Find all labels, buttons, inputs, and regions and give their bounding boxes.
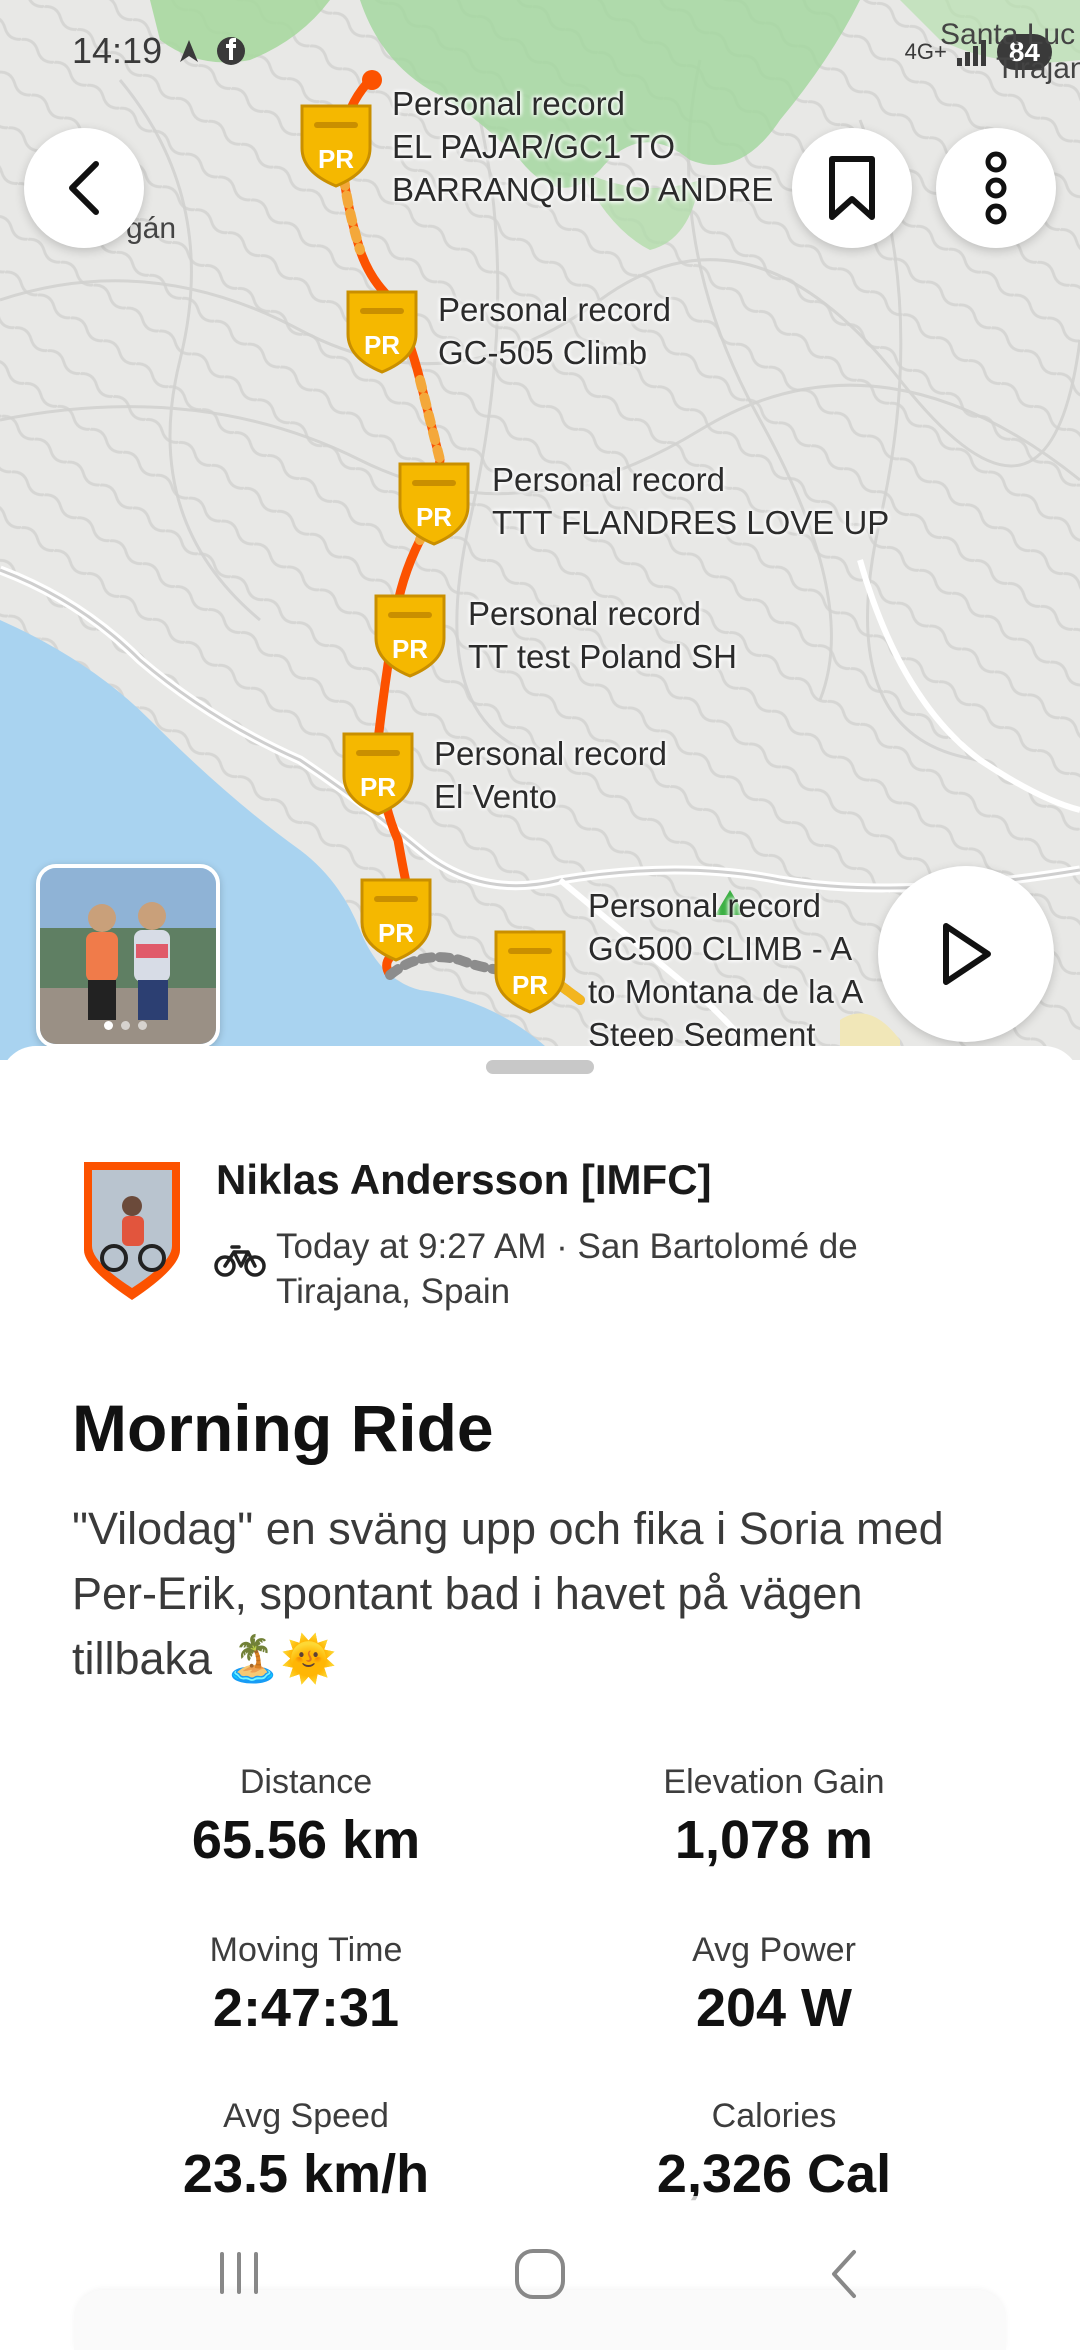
stat-label: Calories (711, 2097, 837, 2135)
pr-badge-icon: PR (374, 594, 446, 678)
back-icon (69, 161, 99, 215)
pr-segment-name: TTT FLANDRES LOVE UP (492, 504, 890, 541)
svg-text:PR: PR (416, 502, 452, 532)
stat-label: Moving Time (209, 1931, 403, 1969)
pr-badge-icon: PR (346, 290, 418, 374)
bookmark-icon (829, 156, 875, 220)
system-back-icon[interactable] (820, 2244, 868, 2304)
place-name-santa-lucia: Santa Luc (940, 18, 1076, 51)
pr-title: Personal record (588, 887, 821, 924)
pr-segment-name: El Vento (434, 778, 557, 815)
activity-photo-thumbnail[interactable] (36, 864, 220, 1048)
pr-badge-icon: PR (494, 930, 566, 1014)
pr-badge-icon: PR (360, 878, 432, 962)
activity-details-sheet[interactable]: Niklas Andersson [IMFC] Today at 9:27 AM… (0, 1046, 1080, 2340)
back-button[interactable] (24, 128, 144, 248)
svg-text:PR: PR (392, 634, 428, 664)
navigation-arrow-icon (180, 40, 199, 62)
svg-text:PR: PR (360, 772, 396, 802)
sheet-drag-handle[interactable] (486, 1060, 594, 1074)
svg-text:PR: PR (318, 144, 354, 174)
stat-value: 2:47:31 (212, 1978, 400, 2038)
pr-segment-name: BARRANQUILLO ANDRE (392, 171, 774, 208)
stat-elevation-gain: Elevation Gain 1,078 m (544, 1762, 1004, 1872)
svg-text:PR: PR (364, 330, 400, 360)
stat-label: Elevation Gain (663, 1763, 885, 1801)
stat-avg-speed: Avg Speed 23.5 km/h (76, 2096, 536, 2206)
stat-value: 65.56 km (191, 1810, 421, 1870)
photo-pager-dots (104, 1021, 147, 1030)
home-icon[interactable] (512, 2246, 568, 2302)
activity-title: Morning Ride (72, 1391, 494, 1465)
recent-apps-icon[interactable] (214, 2248, 264, 2298)
stat-calories: Calories 2,326 Cal (544, 2096, 1004, 2206)
pr-title: Personal record (438, 291, 671, 328)
facebook-icon (217, 37, 246, 65)
athlete-avatar[interactable] (80, 1158, 184, 1308)
pr-title: Personal record (492, 461, 725, 498)
activity-photo (40, 868, 216, 1044)
stat-distance: Distance 65.56 km (76, 1762, 536, 1872)
place-name-tirajana: Tirajan (996, 52, 1080, 85)
stat-value: 1,078 m (674, 1810, 874, 1870)
pr-badge-icon: PR (300, 104, 372, 188)
pr-segment-name: TT test Poland SH (468, 638, 738, 675)
stat-label: Avg Speed (223, 2097, 389, 2135)
pr-title: Personal record (434, 735, 667, 772)
pr-badge-icon: PR (398, 462, 470, 546)
pr-badge-icon: PR (342, 732, 414, 816)
pr-segment-name: EL PAJAR/GC1 TO (392, 128, 676, 165)
activity-date-location: Today at 9:27 AM · San Bartolomé de Tira… (276, 1227, 858, 1311)
more-vertical-icon (985, 151, 1007, 225)
svg-text:PR: PR (512, 970, 548, 1000)
stat-label: Avg Power (692, 1931, 856, 1969)
pr-segment-name: GC500 CLIMB - A (588, 930, 853, 967)
more-options-button[interactable] (936, 128, 1056, 248)
pr-segment-name: GC-505 Climb (438, 334, 648, 371)
status-time: 14:19 (72, 30, 163, 71)
play-icon (943, 923, 991, 985)
bookmark-button[interactable] (792, 128, 912, 248)
stat-label: Distance (239, 1763, 373, 1801)
route-map[interactable]: 14:19 4G+ 84 Santa Luc Tirajan gán PR Pe… (0, 0, 1080, 1060)
status-bar: 14:19 (72, 30, 246, 72)
system-navigation-bar (0, 2230, 1080, 2340)
play-flyover-button[interactable] (878, 866, 1054, 1042)
activity-description: "Vilodag" en sväng upp och fika i Soria … (72, 1503, 944, 1684)
athlete-name[interactable]: Niklas Andersson [IMFC] (216, 1156, 712, 1204)
stat-moving-time: Moving Time 2:47:31 (76, 1930, 536, 2040)
bike-icon (214, 1245, 266, 1277)
pr-segment-name: to Montana de la A (588, 973, 864, 1010)
pr-title: Personal record (468, 595, 701, 632)
stat-value: 204 W (695, 1978, 853, 2038)
pr-title: Personal record (392, 85, 625, 122)
stat-avg-power: Avg Power 204 W (544, 1930, 1004, 2040)
svg-text:PR: PR (378, 918, 414, 948)
